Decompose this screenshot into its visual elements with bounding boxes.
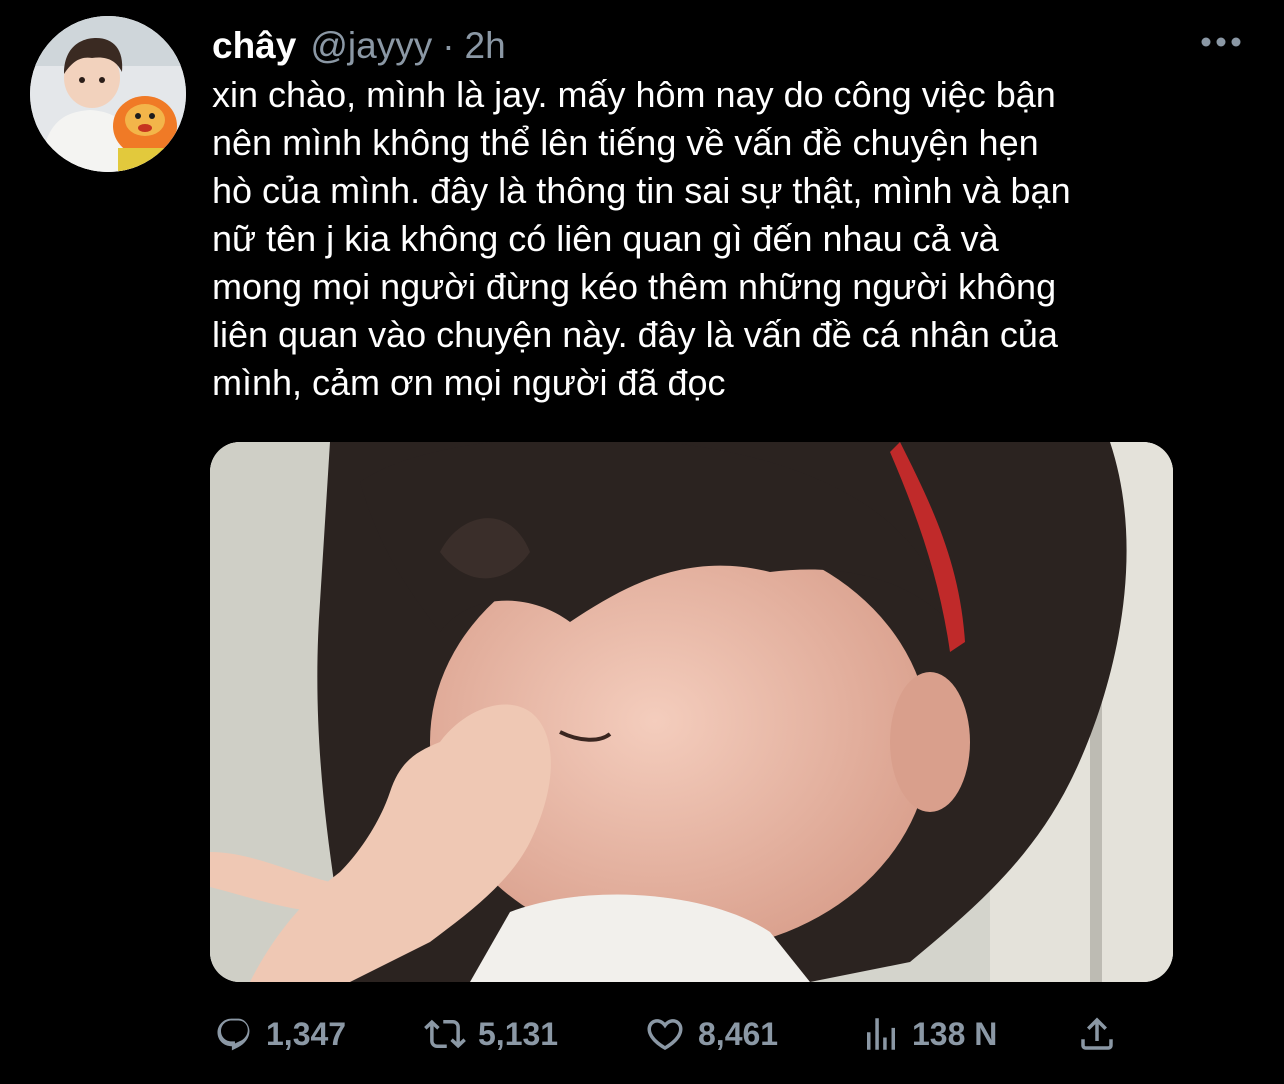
more-icon	[1201, 37, 1241, 47]
tweet-text: xin chào, mình là jay. mấy hôm nay do cô…	[212, 74, 1071, 403]
reply-button[interactable]: 1,347	[214, 1006, 346, 1062]
like-button[interactable]: 8,461	[642, 1006, 778, 1062]
tweet-actions: 1,347 5,131 8,461 138 N	[210, 1006, 1130, 1062]
reply-count: 1,347	[266, 1015, 347, 1052]
like-count: 8,461	[698, 1015, 779, 1052]
avatar[interactable]	[30, 16, 186, 172]
views-count: 138 N	[912, 1015, 998, 1052]
tweet-media[interactable]	[210, 442, 1173, 982]
share-button[interactable]	[1076, 1006, 1118, 1062]
timestamp[interactable]: 2h	[465, 22, 506, 70]
more-options-button[interactable]	[1200, 30, 1242, 54]
separator-dot: ·	[442, 25, 455, 66]
heart-icon	[647, 1019, 683, 1051]
tweet-header: châу @jаyyy · 2h	[212, 22, 506, 70]
retweet-button[interactable]: 5,131	[422, 1006, 558, 1062]
tweet-photo	[210, 442, 1173, 982]
retweet-count: 5,131	[478, 1015, 559, 1052]
avatar-image	[30, 16, 186, 172]
tweet: châу @jаyyy · 2h xin chào, mình là jay. …	[0, 0, 1284, 1084]
views-button[interactable]: 138 N	[860, 1006, 997, 1062]
share-icon	[1081, 1017, 1113, 1050]
retweet-icon	[424, 1019, 466, 1049]
analytics-icon	[867, 1018, 895, 1050]
display-name[interactable]: châу	[212, 22, 296, 70]
user-handle[interactable]: @jаyyy	[310, 22, 432, 70]
reply-icon	[217, 1018, 250, 1051]
